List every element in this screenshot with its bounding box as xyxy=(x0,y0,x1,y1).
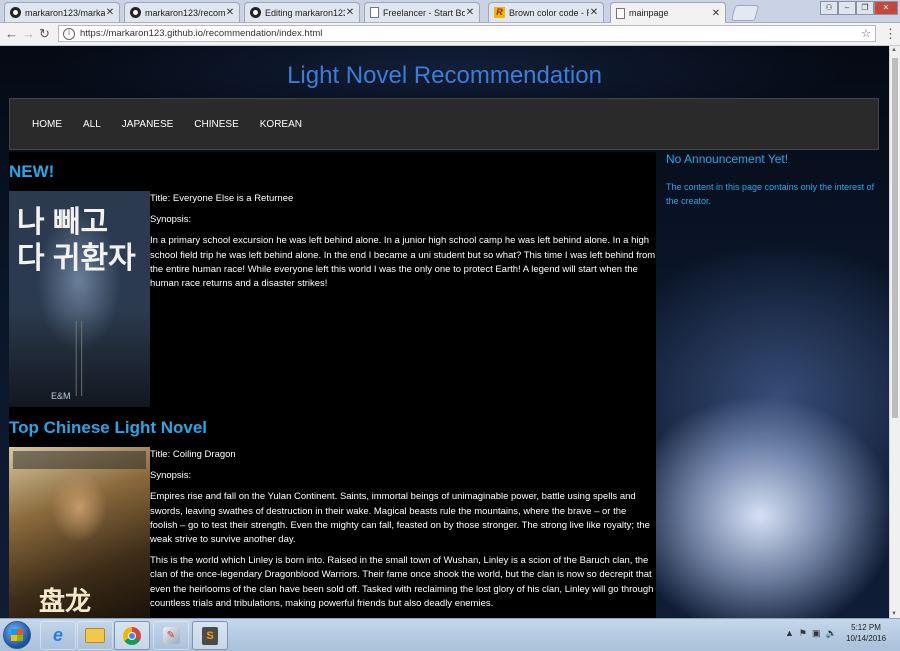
main-nav: HOME ALL JAPANESE CHINESE KOREAN xyxy=(9,98,879,150)
window-close-button[interactable]: ✕ xyxy=(874,1,898,15)
info-icon[interactable]: i xyxy=(63,27,75,40)
book-title: Title: Coiling Dragon xyxy=(150,449,236,460)
close-icon[interactable]: ✕ xyxy=(105,7,115,18)
github-icon xyxy=(10,7,21,18)
book-title: Title: Everyone Else is a Returnee xyxy=(150,193,294,204)
tab-label: Editing markaron123.git xyxy=(265,7,345,18)
book-info: Title: Everyone Else is a Returnee Synop… xyxy=(150,192,656,298)
volume-icon[interactable]: 🔈 xyxy=(826,628,837,639)
browser-tab[interactable]: markaron123/recommen ✕ xyxy=(124,2,240,22)
url-text: https://markaron123.github.io/recommenda… xyxy=(80,28,323,39)
close-icon[interactable]: ✕ xyxy=(225,7,235,18)
forward-icon[interactable]: → xyxy=(22,26,35,42)
page-scrollbar[interactable]: ▲ ▼ xyxy=(889,46,900,618)
taskbar: e ✎ S ▲ ⚑ ▣ 🔈 5:12 PM 10/14/2016 xyxy=(0,618,900,651)
url-field[interactable]: i https://markaron123.github.io/recommen… xyxy=(58,25,876,42)
book-cover-image: 나 빼고 다 귀환자 E&M xyxy=(9,191,150,407)
synopsis-text: This is the world which Linley is born i… xyxy=(150,555,654,609)
synopsis-label: Synopsis: xyxy=(150,470,192,482)
browser-tab[interactable]: Editing markaron123.git ✕ xyxy=(244,2,360,22)
site-title: Light Novel Recommendation xyxy=(287,62,602,89)
browser-tab-bar: markaron123/markaron1 ✕ markaron123/reco… xyxy=(0,0,900,23)
restore-button[interactable]: ❐ xyxy=(856,1,874,15)
cover-title-text: 나 빼고 다 귀환자 xyxy=(17,206,136,275)
r-icon: R xyxy=(494,7,505,18)
page-icon xyxy=(616,7,625,19)
folder-icon xyxy=(85,628,105,643)
start-button[interactable] xyxy=(3,621,31,649)
section-heading: Top Chinese Light Novel xyxy=(9,418,208,437)
taskbar-paint[interactable]: ✎ xyxy=(153,621,189,650)
scrollbar-thumb[interactable] xyxy=(892,58,898,418)
back-icon[interactable]: ← xyxy=(5,26,18,42)
bookmark-star-icon[interactable]: ☆ xyxy=(861,27,871,40)
page-icon xyxy=(370,7,379,18)
main-column: NEW! 나 빼고 다 귀환자 E&M Title: Everyone Else… xyxy=(9,152,656,618)
paint-icon: ✎ xyxy=(162,627,180,644)
address-toolbar: ← → ↻ i https://markaron123.github.io/re… xyxy=(0,23,900,46)
nav-chinese[interactable]: CHINESE xyxy=(194,119,238,130)
page-viewport: Light Novel Recommendation HOME ALL JAPA… xyxy=(0,46,889,618)
taskbar-explorer[interactable] xyxy=(77,621,113,650)
taskbar-chrome[interactable] xyxy=(114,621,150,650)
book-cover-image: 盘龙 xyxy=(9,447,150,618)
close-icon[interactable]: ✕ xyxy=(589,7,599,18)
chrome-icon xyxy=(123,626,141,645)
clock-date: 10/14/2016 xyxy=(846,634,887,643)
tab-label: markaron123/markaron1 xyxy=(25,7,105,18)
browser-tab[interactable]: Freelancer - Start Bootst ✕ xyxy=(364,2,480,22)
close-icon[interactable]: ✕ xyxy=(465,7,475,18)
network-icon[interactable]: ▣ xyxy=(812,628,821,639)
ie-icon: e xyxy=(52,625,63,645)
announcement-text: The content in this page contains only t… xyxy=(666,182,875,206)
cover-rails xyxy=(49,321,109,396)
menu-icon[interactable]: ⋮ xyxy=(884,26,897,42)
announcement-sidebar: No Announcement Yet! The content in this… xyxy=(666,152,889,208)
browser-tab-active[interactable]: mainpage ✕ xyxy=(610,2,726,23)
taskbar-ie[interactable]: e xyxy=(40,621,76,650)
announcement-heading: No Announcement Yet! xyxy=(666,152,789,166)
scroll-up-icon[interactable]: ▲ xyxy=(891,47,897,53)
clock-time: 5:12 PM xyxy=(851,623,881,632)
nav-home[interactable]: HOME xyxy=(32,119,62,130)
system-tray: ▲ ⚑ ▣ 🔈 xyxy=(785,628,837,639)
browser-tab[interactable]: markaron123/markaron1 ✕ xyxy=(4,2,120,22)
minimize-button[interactable]: – xyxy=(838,1,856,15)
tab-label: mainpage xyxy=(629,8,669,18)
user-icon[interactable]: ⚇ xyxy=(820,1,838,15)
synopsis-label: Synopsis: xyxy=(150,214,192,226)
browser-tab[interactable]: R Brown color code - RGB ✕ xyxy=(488,2,604,22)
cover-title-text: 盘龙 xyxy=(39,586,92,616)
new-tab-button[interactable] xyxy=(730,5,760,21)
taskbar-sublime[interactable]: S xyxy=(192,621,228,650)
flag-icon[interactable]: ⚑ xyxy=(799,628,807,639)
section-heading: NEW! xyxy=(9,162,55,181)
github-icon xyxy=(130,7,141,18)
close-icon[interactable]: ✕ xyxy=(345,7,355,18)
nav-all[interactable]: ALL xyxy=(83,119,101,130)
system-clock[interactable]: 5:12 PM 10/14/2016 xyxy=(846,622,886,644)
book-info: Title: Coiling Dragon Synopsis: Empires … xyxy=(150,448,656,618)
tab-label: Freelancer - Start Bootst xyxy=(383,7,465,18)
github-icon xyxy=(250,7,261,18)
nav-japanese[interactable]: JAPANESE xyxy=(122,119,174,130)
sublime-icon: S xyxy=(202,626,218,645)
tab-label: Brown color code - RGB xyxy=(509,7,589,18)
scroll-down-icon[interactable]: ▼ xyxy=(891,611,897,617)
synopsis-text: In a primary school excursion he was lef… xyxy=(150,235,656,290)
reload-icon[interactable]: ↻ xyxy=(39,26,50,42)
cover-banner xyxy=(13,451,146,469)
cover-publisher-logo: E&M xyxy=(51,391,71,401)
close-icon[interactable]: ✕ xyxy=(711,8,721,19)
tab-label: markaron123/recommen xyxy=(145,7,225,18)
nav-korean[interactable]: KOREAN xyxy=(260,119,302,130)
synopsis-text: Empires rise and fall on the Yulan Conti… xyxy=(150,491,650,546)
tray-expand-icon[interactable]: ▲ xyxy=(785,628,794,639)
